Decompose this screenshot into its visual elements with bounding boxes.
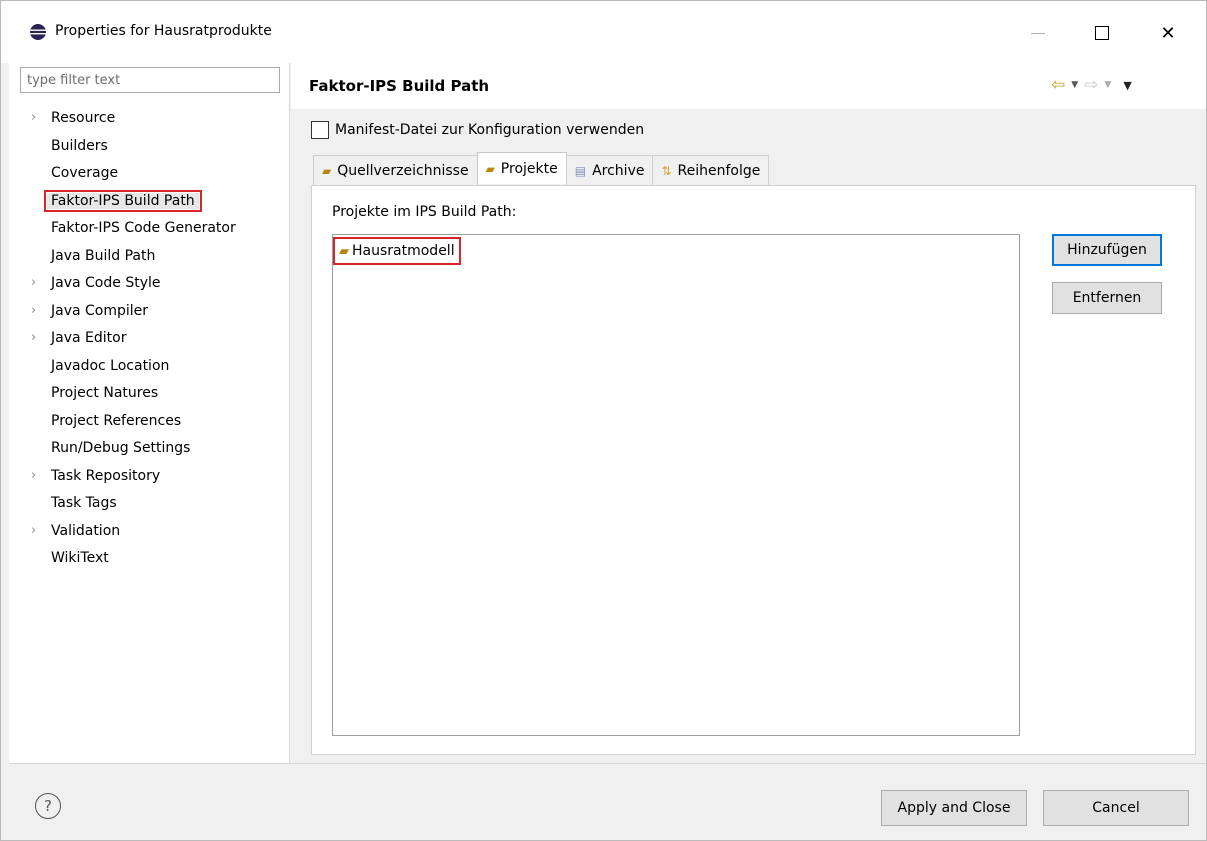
category-tree: › Resource Builders Coverage Faktor-IPS Buil… — [9, 105, 289, 573]
tree-item-validation[interactable]: › Validation — [9, 518, 289, 546]
dialog-footer: ? Apply and Close Cancel — [9, 763, 1206, 840]
tree-item-label: Java Editor — [51, 330, 127, 346]
tree-item-task-repository[interactable]: › Task Repository — [9, 463, 289, 491]
window-title: Properties for Hausratprodukte — [55, 23, 272, 39]
tree-item-label: Resource — [51, 110, 116, 126]
tree-item-label: Run/Debug Settings — [51, 440, 191, 456]
archive-icon: ▤ — [574, 163, 587, 178]
tab-label: Quellverzeichnisse — [337, 162, 469, 179]
tree-item-label: Task Tags — [51, 495, 117, 511]
page-header: Faktor-IPS Build Path ⇦ ▼ ⇨ ▼ ▼ — [291, 63, 1206, 109]
list-item[interactable]: ▰ Hausratmodell — [333, 237, 461, 265]
tree-item-resource[interactable]: › Resource — [9, 105, 289, 133]
cancel-button[interactable]: Cancel — [1043, 790, 1189, 826]
tree-item-task-tags[interactable]: Task Tags — [9, 490, 289, 518]
tab-bar: ▰ Quellverzeichnisse ▰ Projekte ▤ Archiv… — [313, 152, 770, 185]
tree-item-java-compiler[interactable]: › Java Compiler — [9, 298, 289, 326]
tab-label: Reihenfolge — [677, 162, 761, 179]
tree-item-faktor-ips-code-generator[interactable]: Faktor-IPS Code Generator — [9, 215, 289, 243]
tree-item-label: Java Build Path — [51, 247, 156, 264]
chevron-right-icon[interactable]: › — [31, 463, 45, 489]
minimize-icon — [1031, 32, 1045, 34]
tab-label: Projekte — [500, 160, 558, 177]
tree-item-label: Java Compiler — [51, 302, 149, 319]
ips-project-icon: ▰ — [485, 161, 495, 176]
tree-item-project-natures[interactable]: Project Natures — [9, 380, 289, 408]
tree-item-label: Validation — [51, 522, 121, 539]
projects-panel: Projekte im IPS Build Path: ▰ Hausratmod… — [311, 185, 1196, 755]
page-title: Faktor-IPS Build Path — [309, 77, 490, 95]
close-icon: ✕ — [1160, 22, 1176, 44]
chevron-right-icon[interactable]: › — [31, 518, 45, 544]
tree-item-java-build-path[interactable]: Java Build Path — [9, 243, 289, 271]
chevron-right-icon[interactable]: › — [31, 325, 45, 351]
back-dropdown-icon[interactable]: ▼ — [1071, 80, 1078, 90]
tree-item-javadoc-location[interactable]: Javadoc Location — [9, 353, 289, 381]
tree-item-label: Java Code Style — [51, 275, 161, 291]
tab-reihenfolge[interactable]: ⇅ Reihenfolge — [652, 155, 770, 185]
tree-item-label: WikiText — [51, 550, 109, 566]
tree-item-label: Project References — [51, 412, 182, 429]
category-pane: › Resource Builders Coverage Faktor-IPS Buil… — [9, 63, 290, 763]
maximize-button[interactable] — [1079, 11, 1125, 55]
tab-label: Archive — [592, 162, 645, 179]
minimize-button[interactable] — [1015, 11, 1061, 55]
tree-item-label: Coverage — [51, 165, 119, 181]
forward-arrow-icon[interactable]: ⇨ — [1084, 75, 1098, 95]
page-pane: Faktor-IPS Build Path ⇦ ▼ ⇨ ▼ ▼ Manifest… — [291, 63, 1206, 763]
tree-item-label: Builders — [51, 137, 108, 154]
filter-input[interactable] — [20, 67, 280, 93]
back-arrow-icon[interactable]: ⇦ — [1051, 75, 1065, 95]
maximize-icon — [1095, 26, 1109, 40]
tree-item-faktor-ips-build-path[interactable]: Faktor-IPS Build Path — [9, 188, 289, 216]
chevron-right-icon[interactable]: › — [31, 298, 45, 324]
tab-quellverzeichnisse[interactable]: ▰ Quellverzeichnisse — [313, 155, 478, 185]
tab-projekte[interactable]: ▰ Projekte — [476, 152, 567, 184]
close-button[interactable]: ✕ — [1145, 11, 1191, 55]
help-icon[interactable]: ? — [35, 793, 61, 819]
eclipse-icon — [30, 24, 46, 40]
tree-item-label: Project Natures — [51, 385, 159, 401]
tree-item-label: Faktor-IPS Build Path — [44, 189, 202, 212]
add-button[interactable]: Hinzufügen — [1052, 234, 1162, 266]
forward-dropdown-icon[interactable]: ▼ — [1104, 80, 1111, 90]
tree-item-java-editor[interactable]: › Java Editor — [9, 325, 289, 353]
project-list[interactable]: ▰ Hausratmodell — [332, 234, 1020, 736]
tree-item-label: Faktor-IPS Code Generator — [51, 220, 236, 236]
remove-button[interactable]: Entfernen — [1052, 282, 1162, 314]
properties-dialog: Properties for Hausratprodukte ✕ › Resour… — [0, 0, 1207, 841]
project-name: Hausratmodell — [352, 243, 455, 259]
tab-archive[interactable]: ▤ Archive — [565, 155, 654, 185]
tree-item-label: Task Repository — [51, 467, 161, 484]
tree-item-wikitext[interactable]: WikiText — [9, 545, 289, 573]
tree-item-label: Javadoc Location — [51, 357, 170, 374]
tree-item-java-code-style[interactable]: › Java Code Style — [9, 270, 289, 298]
apply-and-close-button[interactable]: Apply and Close — [881, 790, 1027, 826]
tree-item-builders[interactable]: Builders — [9, 133, 289, 161]
projects-label: Projekte im IPS Build Path: — [332, 204, 517, 220]
source-folder-icon: ▰ — [322, 163, 332, 178]
tree-item-run-debug-settings[interactable]: Run/Debug Settings — [9, 435, 289, 463]
manifest-label: Manifest-Datei zur Konfiguration verwend… — [335, 122, 645, 138]
view-menu-icon[interactable]: ▼ — [1123, 79, 1131, 92]
tree-item-project-references[interactable]: Project References — [9, 408, 289, 436]
chevron-right-icon[interactable]: › — [31, 105, 45, 131]
manifest-checkbox[interactable] — [311, 121, 329, 139]
history-navigation: ⇦ ▼ ⇨ ▼ ▼ — [1051, 75, 1132, 95]
chevron-right-icon[interactable]: › — [31, 270, 45, 296]
tree-item-coverage[interactable]: Coverage — [9, 160, 289, 188]
manifest-option[interactable]: Manifest-Datei zur Konfiguration verwend… — [311, 121, 644, 139]
order-icon: ⇅ — [661, 163, 672, 178]
ips-project-icon: ▰ — [339, 243, 349, 259]
title-bar: Properties for Hausratprodukte ✕ — [1, 1, 1206, 63]
